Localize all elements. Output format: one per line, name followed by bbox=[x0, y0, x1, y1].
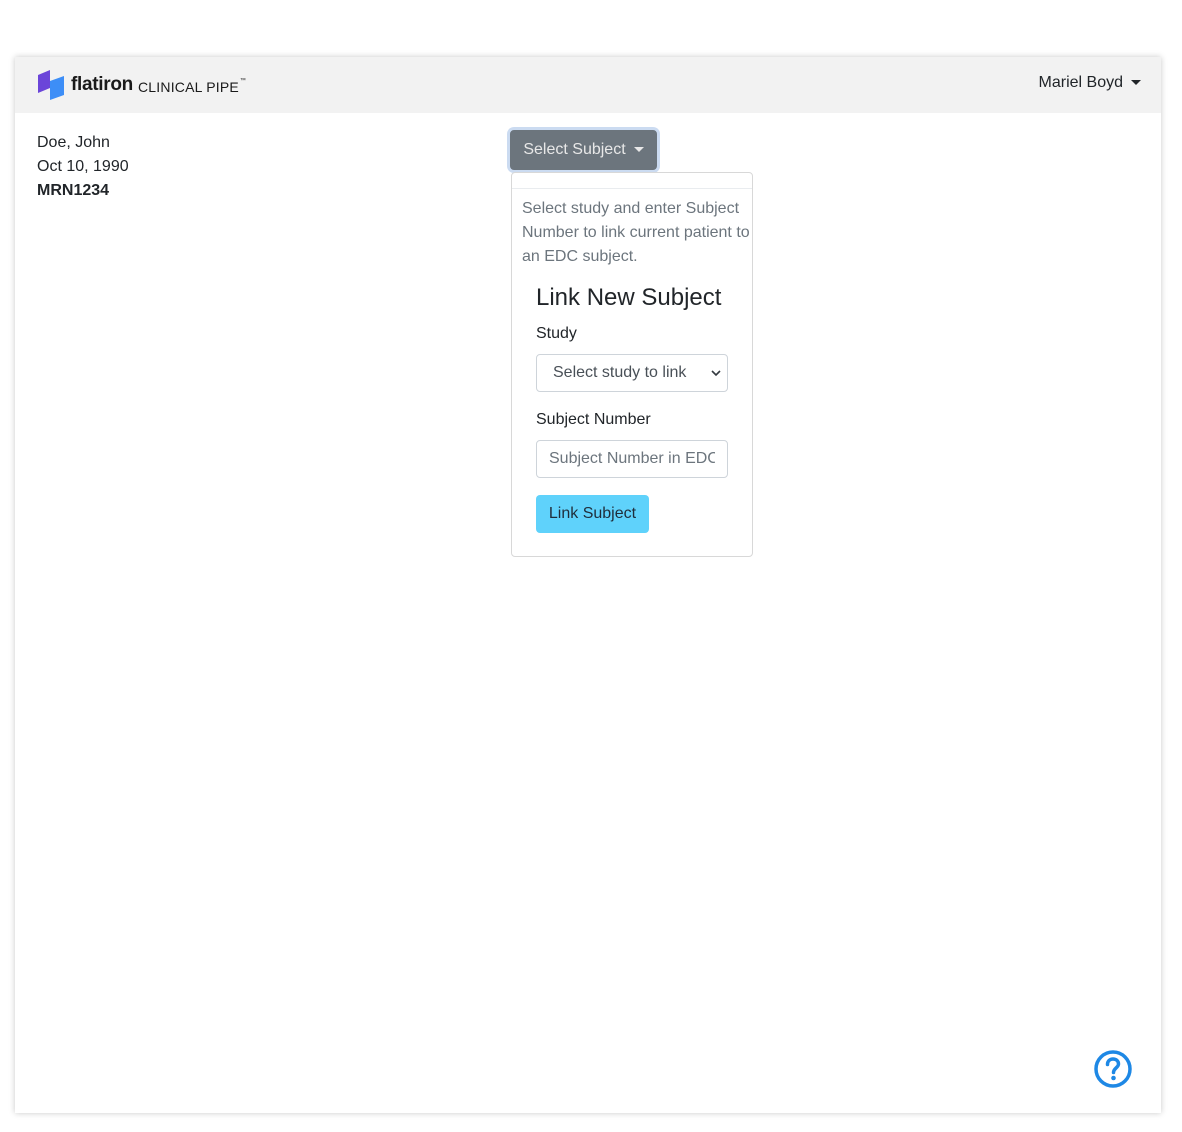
link-subject-heading: Link New Subject bbox=[536, 284, 722, 311]
study-select[interactable]: Select study to link bbox=[536, 354, 728, 392]
chevron-down-icon bbox=[711, 370, 721, 377]
app-window: flatiron CLINICAL PIPE ™ Mariel Boyd Doe… bbox=[15, 57, 1161, 1113]
brand-name: flatiron bbox=[71, 74, 133, 95]
top-navbar: flatiron CLINICAL PIPE ™ Mariel Boyd bbox=[15, 57, 1161, 113]
dropdown-description: Select study and enter Subject Number to… bbox=[522, 200, 750, 265]
link-subject-button[interactable]: Link Subject bbox=[536, 495, 649, 533]
select-subject-dropdown-menu: Select study and enter Subject Number to… bbox=[511, 172, 753, 557]
patient-dob: Oct 10, 1990 bbox=[37, 158, 129, 175]
trademark-mark: ™ bbox=[239, 78, 246, 84]
select-subject-button[interactable]: Select Subject bbox=[510, 130, 657, 170]
brand-product: CLINICAL PIPE bbox=[138, 78, 239, 95]
study-label: Study bbox=[536, 325, 577, 342]
patient-mrn: MRN1234 bbox=[37, 182, 110, 199]
select-subject-label: Select Subject bbox=[523, 141, 626, 158]
subject-number-label: Subject Number bbox=[536, 411, 651, 428]
caret-down-icon bbox=[633, 146, 644, 152]
brand-logo[interactable]: flatiron CLINICAL PIPE ™ bbox=[37, 69, 246, 101]
subject-number-input[interactable] bbox=[536, 440, 728, 478]
dropdown-divider bbox=[512, 188, 752, 189]
user-menu[interactable]: Mariel Boyd bbox=[1039, 74, 1141, 92]
patient-name: Doe, John bbox=[37, 134, 110, 151]
help-circle-icon[interactable] bbox=[1093, 1049, 1133, 1089]
study-select-value: Select study to link bbox=[553, 364, 687, 381]
flatiron-logo-icon bbox=[38, 70, 64, 100]
patient-info: Doe, John Oct 10, 1990 MRN1234 bbox=[37, 131, 129, 203]
caret-down-icon bbox=[1131, 79, 1141, 85]
user-name: Mariel Boyd bbox=[1038, 74, 1123, 91]
